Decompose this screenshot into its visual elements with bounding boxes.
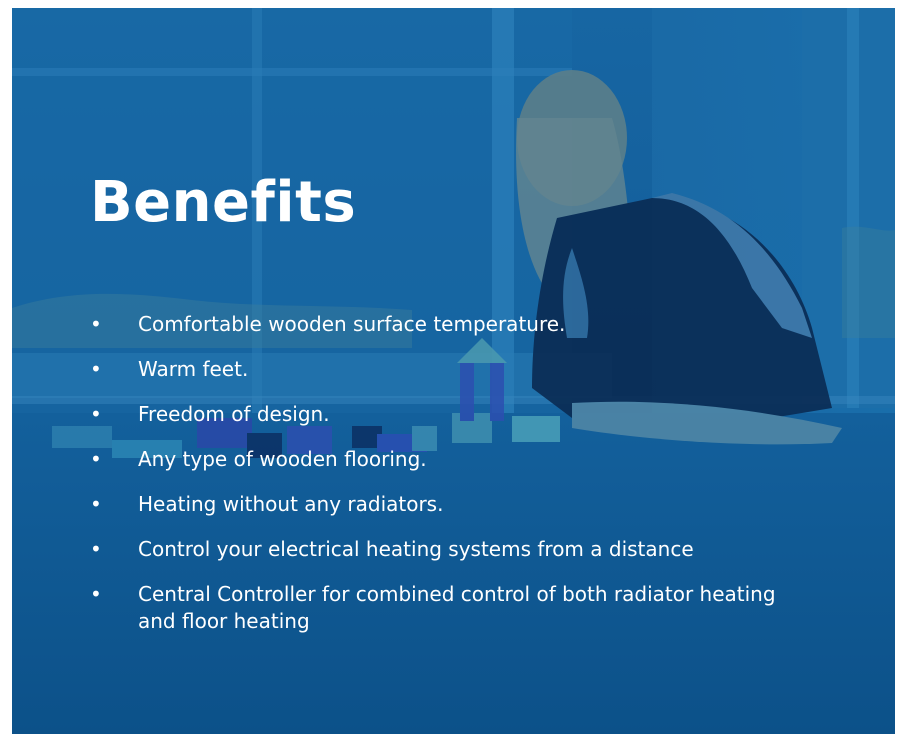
page-title: Benefits	[90, 170, 357, 235]
list-item-text: Any type of wooden flooring.	[138, 447, 427, 471]
list-item-text: Central Controller for combined control …	[138, 582, 776, 633]
benefits-list: • Comfortable wooden surface temperature.…	[90, 311, 810, 653]
list-item: • Control your electrical heating systems…	[90, 536, 810, 563]
list-item-text: Comfortable wooden surface temperature.	[138, 312, 566, 336]
list-item: • Comfortable wooden surface temperature.	[90, 311, 810, 338]
list-item-text: Warm feet.	[138, 357, 249, 381]
list-item: • Freedom of design.	[90, 401, 810, 428]
bullet-icon: •	[90, 312, 102, 336]
bullet-icon: •	[90, 492, 102, 516]
list-item: • Any type of wooden flooring.	[90, 446, 810, 473]
bullet-icon: •	[90, 357, 102, 381]
list-item: • Central Controller for combined control…	[90, 581, 810, 635]
bullet-icon: •	[90, 447, 102, 471]
bullet-icon: •	[90, 402, 102, 426]
bullet-icon: •	[90, 537, 102, 561]
list-item-text: Control your electrical heating systems …	[138, 537, 694, 561]
benefits-panel: Benefits • Comfortable wooden surface tem…	[12, 8, 895, 734]
list-item-text: Heating without any radiators.	[138, 492, 444, 516]
list-item: • Warm feet.	[90, 356, 810, 383]
bullet-icon: •	[90, 582, 102, 606]
list-item: • Heating without any radiators.	[90, 491, 810, 518]
list-item-text: Freedom of design.	[138, 402, 330, 426]
